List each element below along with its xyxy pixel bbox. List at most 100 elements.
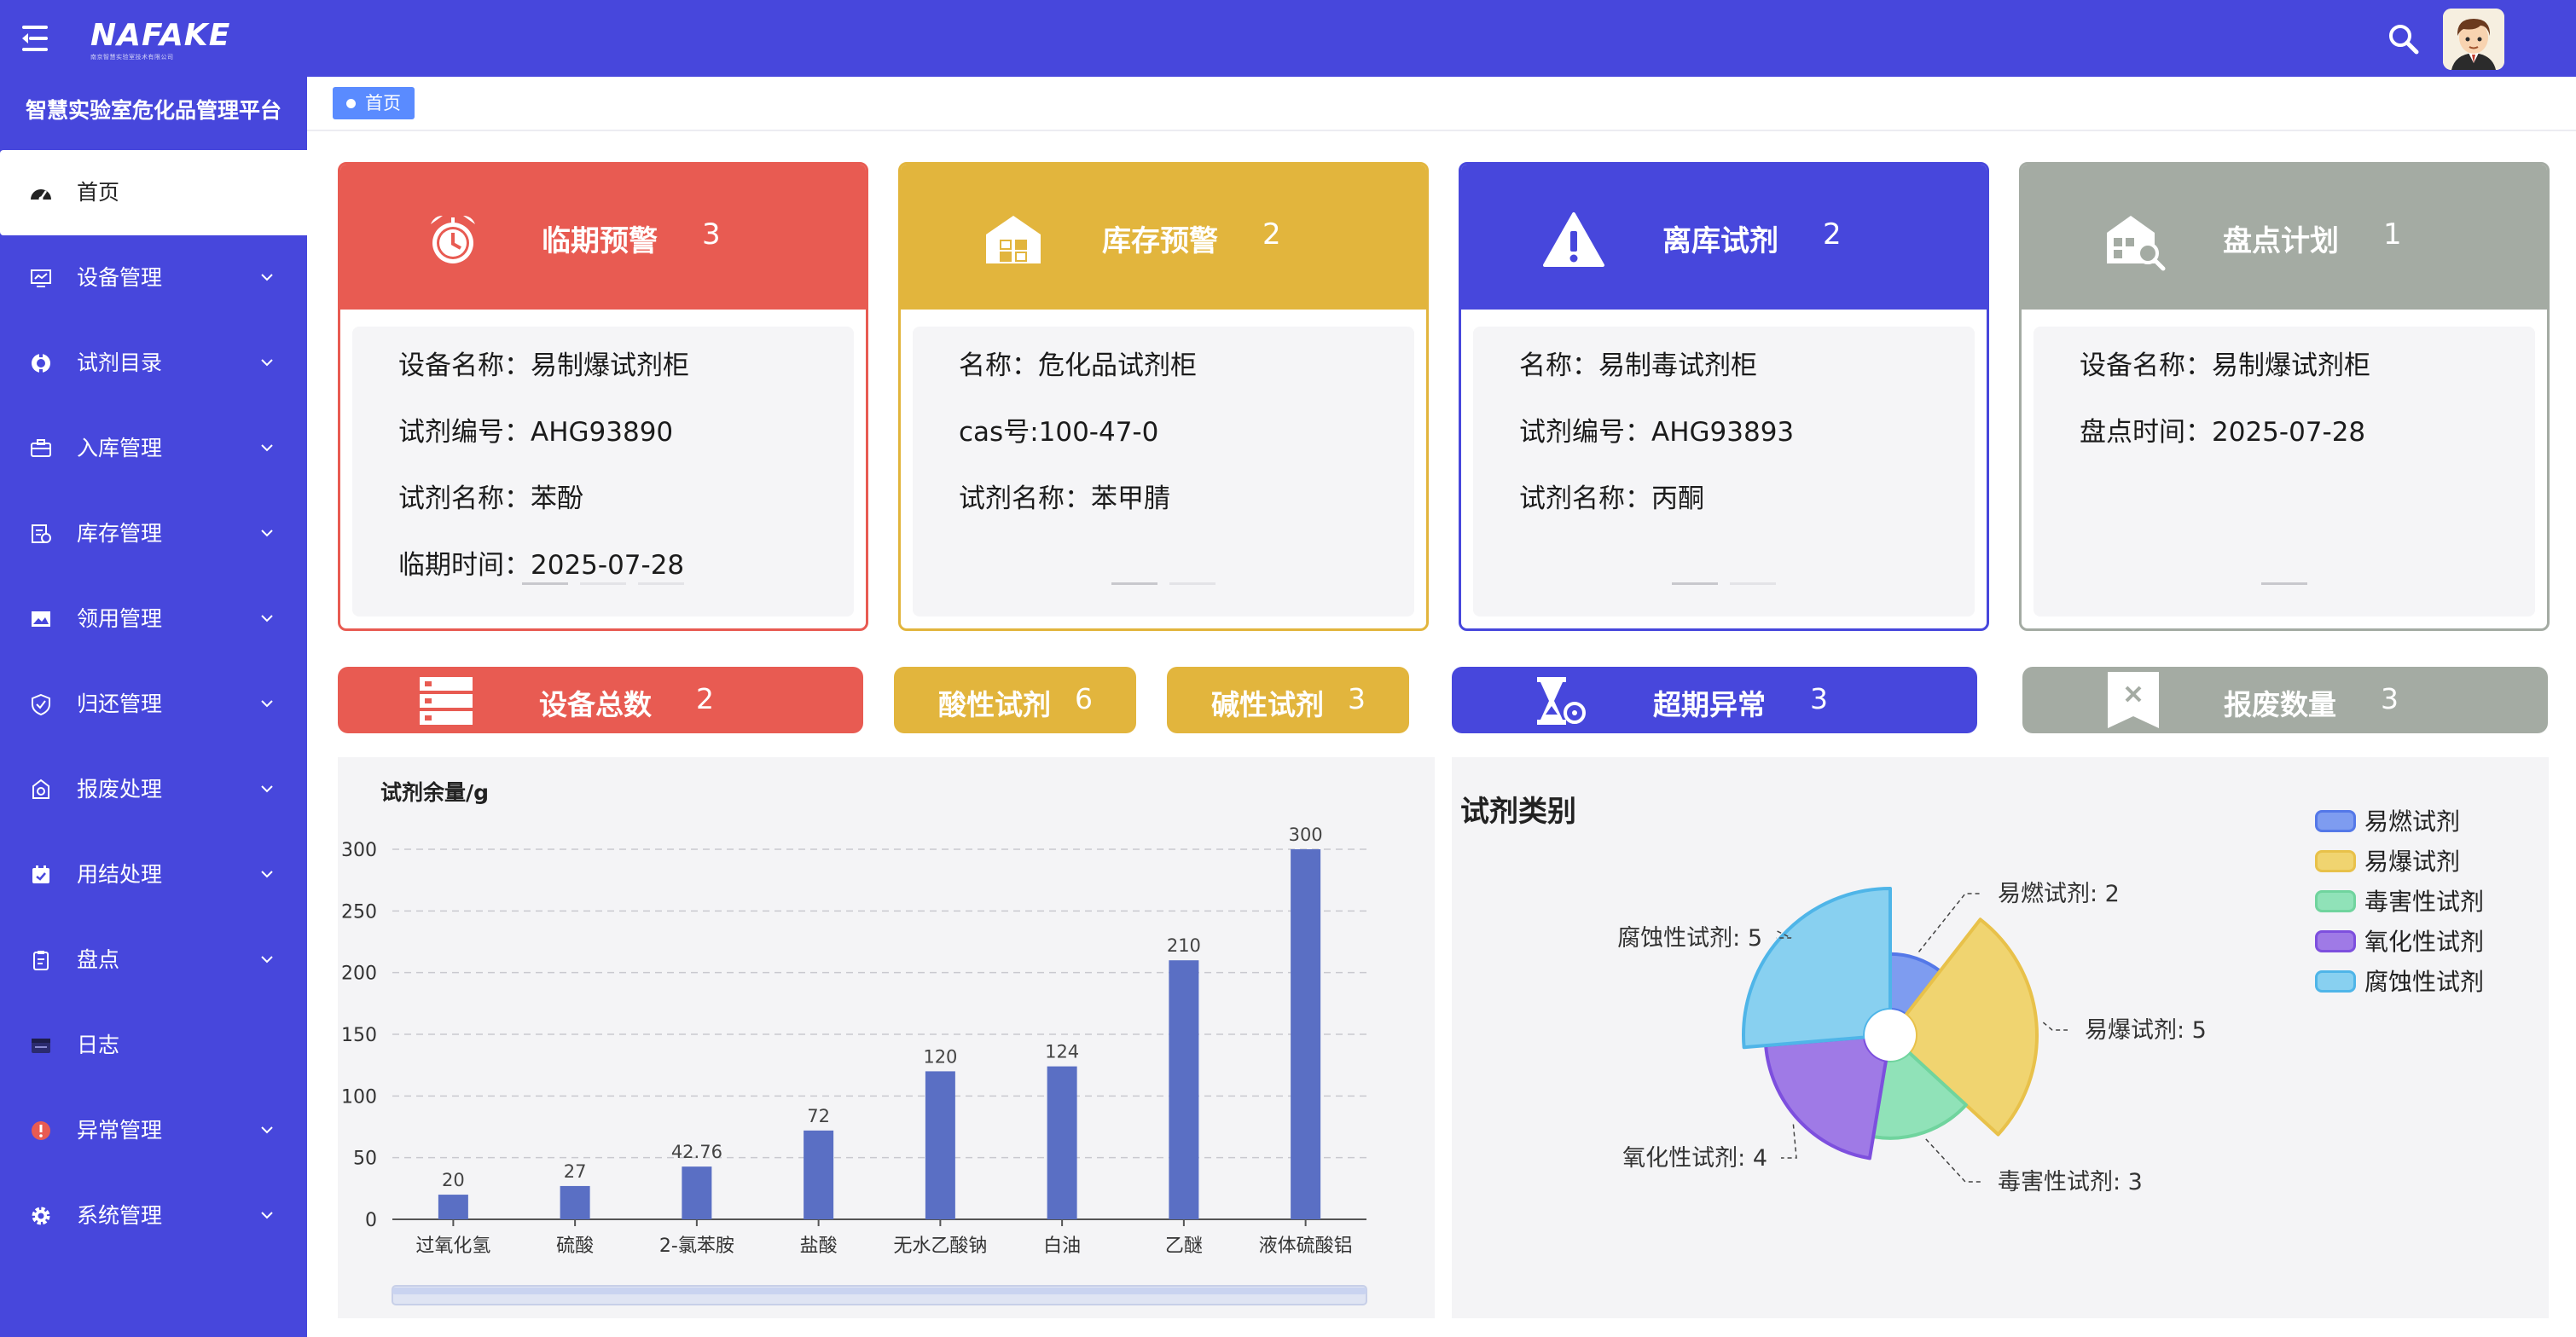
slice-leader-line	[1925, 1138, 1981, 1183]
carousel-indicator[interactable]	[2034, 582, 2535, 586]
stat-device-total[interactable]: 设备总数 2	[338, 667, 863, 733]
bar-value-label: 72	[807, 1106, 830, 1126]
sidebar-item-settlement[interactable]: 用结处理	[0, 832, 307, 917]
sidebar-item-exception[interactable]: 异常管理	[0, 1088, 307, 1173]
log-icon	[32, 1039, 50, 1053]
sidebar-item-return[interactable]: 归还管理	[0, 662, 307, 747]
sidebar-item-log[interactable]: 日志	[0, 1003, 307, 1088]
slice-leader-line	[1781, 1124, 1797, 1159]
sidebar-item-system[interactable]: 系统管理	[0, 1173, 307, 1259]
bar[interactable]	[925, 1071, 955, 1219]
sidebar-item-inbound[interactable]: 入库管理	[0, 406, 307, 491]
sidebar-item-stock[interactable]: 库存管理	[0, 491, 307, 576]
chevron-down-icon	[261, 615, 273, 622]
bar[interactable]	[1291, 849, 1321, 1219]
rose-center-hole	[1865, 1010, 1916, 1061]
chevron-down-icon	[261, 274, 273, 281]
sidebar-item-label: 试剂目录	[77, 350, 163, 375]
hourglass-icon	[1537, 677, 1586, 725]
bar[interactable]	[1047, 1066, 1077, 1219]
logo-text: NAFAKE	[90, 18, 231, 53]
carousel-indicator[interactable]	[352, 582, 854, 586]
sidebar-item-scrap[interactable]: 报废处理	[0, 747, 307, 832]
chevron-down-icon	[261, 530, 273, 537]
bar-value-label: 210	[1167, 935, 1201, 956]
sidebar-item-requisition[interactable]: 领用管理	[0, 576, 307, 662]
stat-scrap-count[interactable]: 报废数量 3	[2022, 667, 2548, 733]
warehouse-icon	[986, 216, 1041, 263]
chevron-down-icon	[261, 785, 273, 793]
sidebar-item-inventory[interactable]: 盘点	[0, 917, 307, 1003]
sidebar-item-home[interactable]: 首页	[0, 150, 307, 235]
card-count: 2	[1262, 217, 1281, 252]
bar-value-label: 120	[923, 1046, 957, 1067]
sidebar-item-label: 领用管理	[77, 606, 163, 631]
legend-item[interactable]: 毒害性试剂	[2315, 885, 2484, 925]
legend-item[interactable]: 易燃试剂	[2315, 805, 2484, 845]
bar[interactable]	[1169, 960, 1199, 1219]
slice-label: 易爆试剂: 5	[2085, 1017, 2207, 1044]
chevron-down-icon	[261, 956, 273, 964]
legend-item[interactable]: 易爆试剂	[2315, 845, 2484, 885]
bar-value-label: 300	[1289, 825, 1323, 845]
legend-item[interactable]: 氧化性试剂	[2315, 925, 2484, 965]
chart-zoom-handle[interactable]	[392, 1288, 1366, 1294]
search-icon[interactable]	[2387, 22, 2421, 56]
y-tick-label: 300	[341, 840, 377, 861]
card-inventory-plan[interactable]: 盘点计划 1 设备名称：易制爆试剂柜 盘点时间：2025-07-28	[2019, 162, 2550, 631]
bar[interactable]	[804, 1130, 834, 1219]
menu-icon[interactable]	[22, 24, 53, 53]
warning-icon	[1543, 212, 1604, 267]
stat-title: 设备总数	[539, 688, 652, 721]
x-tick-label: 过氧化氢	[415, 1236, 490, 1257]
catalog-icon	[32, 352, 50, 374]
carousel-indicator[interactable]	[913, 582, 1414, 586]
reagent-balance-chart-panel: 试剂余量/g 0 50 100 150 200 250 300 20 27 42.76 72 120…	[338, 757, 1435, 1318]
detail-reagent-name: 试剂名称：苯甲腈	[959, 483, 1170, 514]
sidebar-item-catalog[interactable]: 试剂目录	[0, 321, 307, 406]
stat-acid-reagent[interactable]: 酸性试剂 6	[894, 667, 1136, 733]
avatar[interactable]	[2443, 9, 2504, 70]
sidebar-item-label: 首页	[77, 180, 120, 205]
detail-device-name: 名称：易制毒试剂柜	[1519, 350, 1757, 381]
card-detail: 名称：危化品试剂柜 cas号:100-47-0 试剂名称：苯甲腈	[913, 327, 1414, 616]
y-tick-label: 50	[353, 1149, 377, 1170]
stat-count: 3	[1348, 682, 1366, 715]
detail-device-name: 名称：危化品试剂柜	[959, 350, 1197, 381]
card-count: 2	[1823, 217, 1842, 252]
chevron-down-icon	[261, 359, 273, 367]
chart-legend: 易燃试剂 易爆试剂 毒害性试剂 氧化性试剂 腐蚀性试剂	[2315, 805, 2484, 1005]
breadcrumb-tag-home[interactable]: 首页	[333, 87, 415, 119]
calendar-icon	[32, 865, 49, 883]
carousel-indicator[interactable]	[1473, 582, 1975, 586]
card-stock-warning[interactable]: 库存预警 2 名称：危化品试剂柜 cas号:100-47-0 试剂名称：苯甲腈	[898, 162, 1429, 631]
sidebar-item-label: 库存管理	[77, 521, 163, 546]
sidebar-item-label: 设备管理	[77, 265, 163, 290]
card-expiry-warning[interactable]: 临期预警 3 设备名称：易制爆试剂柜 试剂编号：AHG93890 试剂名称：苯酚…	[338, 162, 868, 631]
scrap-icon	[32, 778, 49, 799]
sidebar-item-label: 系统管理	[77, 1203, 163, 1228]
y-tick-label: 200	[341, 964, 377, 985]
sidebar-item-label: 报废处理	[77, 777, 163, 802]
bar[interactable]	[682, 1166, 712, 1219]
y-tick-label: 250	[341, 901, 377, 923]
bar-value-label: 20	[442, 1170, 465, 1190]
stat-title: 碱性试剂	[1211, 688, 1324, 721]
sidebar-item-device[interactable]: 设备管理	[0, 235, 307, 321]
stat-alkali-reagent[interactable]: 碱性试剂 3	[1167, 667, 1409, 733]
legend-item[interactable]: 腐蚀性试剂	[2315, 965, 2484, 1005]
chevron-down-icon	[261, 1126, 273, 1134]
bar[interactable]	[438, 1195, 468, 1219]
bar[interactable]	[560, 1185, 590, 1219]
stat-count: 2	[696, 682, 714, 715]
clipboard-icon	[33, 951, 49, 970]
shield-icon	[32, 693, 50, 716]
detail-reagent-code: 试剂编号：AHG93890	[398, 417, 674, 448]
rose-slice[interactable]	[1764, 1035, 1888, 1160]
card-outbound-reagent[interactable]: 离库试剂 2 名称：易制毒试剂柜 试剂编号：AHG93893 试剂名称：丙酮	[1459, 162, 1989, 631]
sidebar-item-label: 归还管理	[77, 692, 163, 716]
detail-cas-number: cas号:100-47-0	[959, 417, 1159, 448]
y-tick-label: 0	[365, 1210, 377, 1231]
stat-overdue-exception[interactable]: 超期异常 3	[1452, 667, 1977, 733]
chevron-down-icon	[261, 871, 273, 878]
